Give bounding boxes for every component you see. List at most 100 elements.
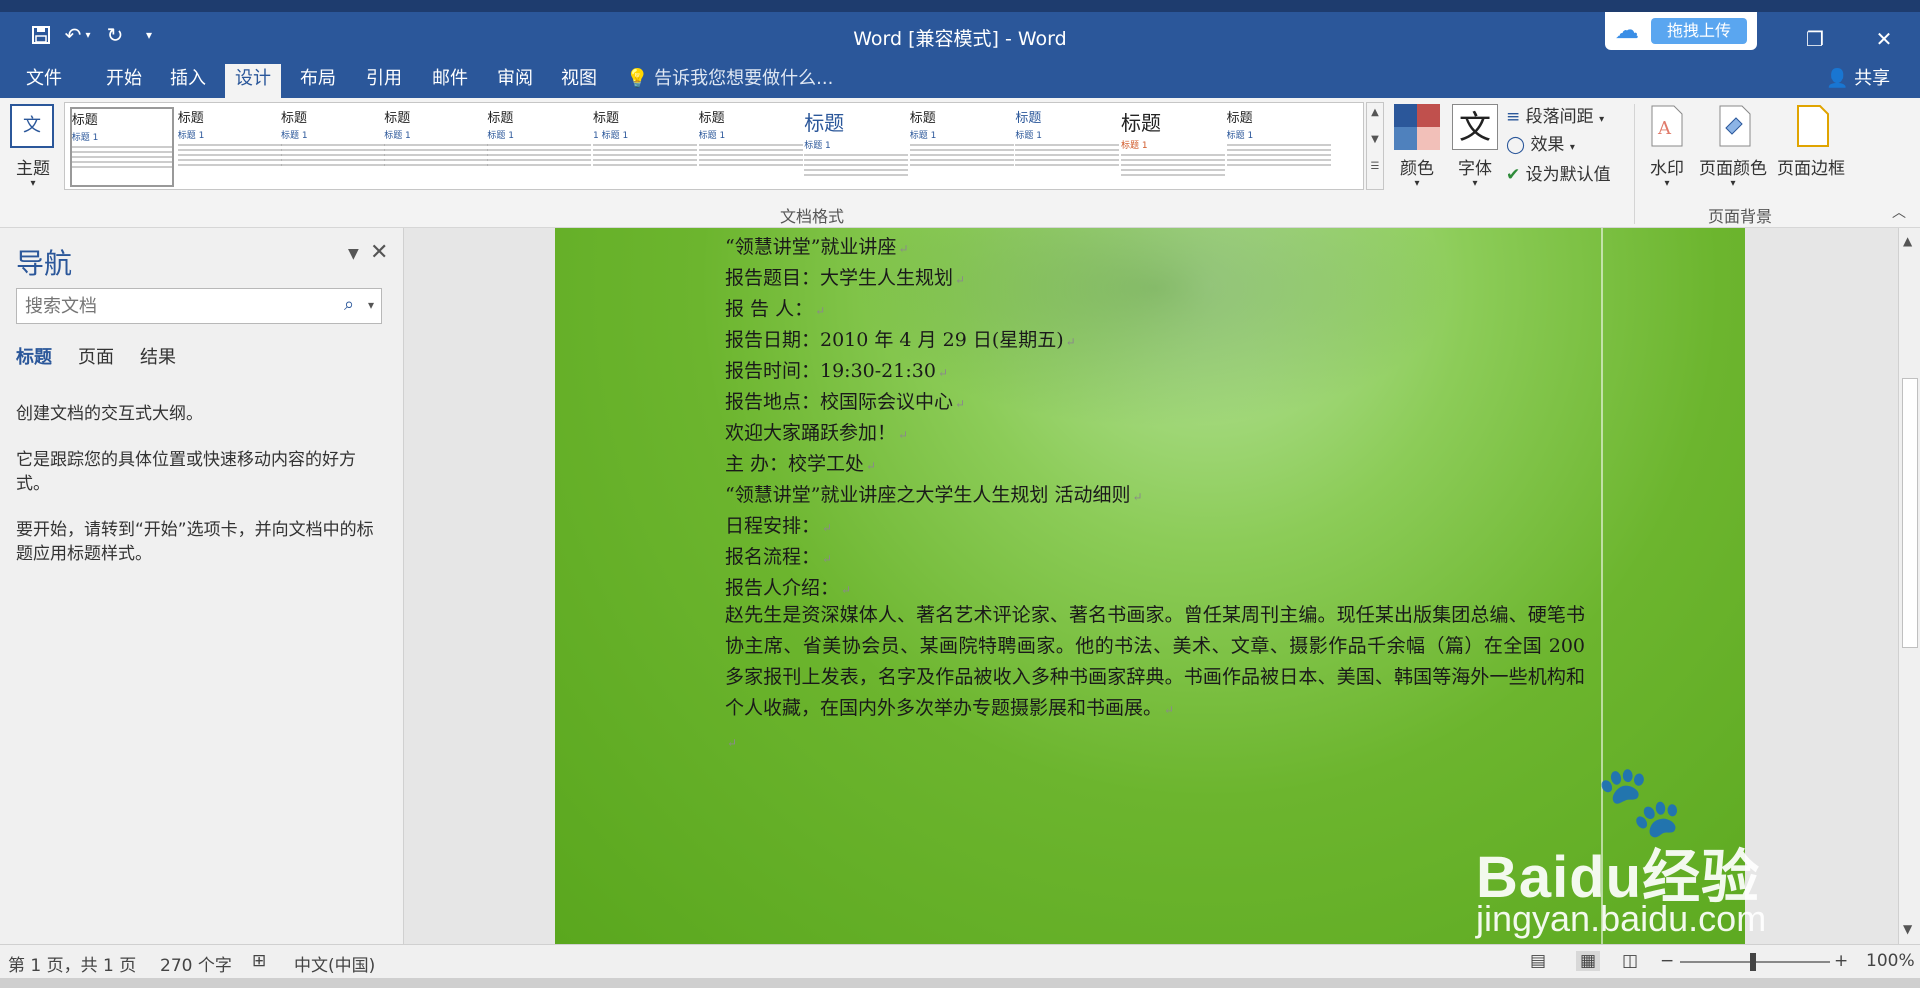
tab-review[interactable]: 审阅: [487, 64, 543, 98]
doc-line[interactable]: 日程安排： ↵: [725, 511, 832, 538]
search-dropdown-icon[interactable]: ▾: [368, 298, 374, 312]
gallery-style-11[interactable]: 标题 标题 1: [1121, 107, 1225, 187]
watermark-button[interactable]: A 水印 ▾: [1644, 102, 1690, 198]
doc-line[interactable]: 报 告 人： ↵: [725, 294, 825, 321]
check-circle-icon: ✔: [1506, 165, 1521, 185]
gallery-more-icon[interactable]: ☰: [1367, 161, 1383, 172]
gallery-style-subtitle: 标题 1: [1121, 141, 1148, 151]
fonts-button[interactable]: 文 字体 ▾: [1450, 102, 1500, 198]
nav-tab-headings[interactable]: 标题: [16, 343, 52, 369]
scroll-down-icon[interactable]: ▼: [1903, 922, 1912, 936]
tell-me-box[interactable]: 💡 告诉我您想要做什么...: [626, 64, 833, 94]
gallery-text-line: [698, 159, 803, 161]
gallery-down-icon[interactable]: ▼: [1367, 134, 1383, 145]
doc-line[interactable]: 主 办：校学工处 ↵: [725, 449, 876, 476]
zoom-level[interactable]: 100%: [1866, 951, 1915, 971]
doc-line[interactable]: 报告地点：校国际会议中心 ↵: [725, 387, 965, 414]
doc-line-text: 报告地点：校国际会议中心: [725, 391, 954, 413]
scroll-up-icon[interactable]: ▲: [1903, 234, 1912, 248]
page-border-button[interactable]: 页面边框: [1774, 102, 1848, 198]
doc-empty-line[interactable]: ↵: [725, 730, 737, 752]
doc-paragraph-bio[interactable]: 赵先生是资深媒体人、著名艺术评论家、著名书画家。曾任某周刊主编。现任某出版集团总…: [725, 600, 1585, 726]
gallery-style-8[interactable]: 标题 标题 1: [804, 107, 909, 187]
gallery-text-line: [698, 154, 803, 156]
scroll-thumb[interactable]: [1902, 378, 1918, 648]
web-layout-icon[interactable]: ◫: [1622, 951, 1638, 971]
tab-mailings[interactable]: 邮件: [422, 64, 478, 98]
doc-line[interactable]: “领慧讲堂”就业讲座 ↵: [725, 232, 909, 259]
save-icon[interactable]: [26, 20, 56, 50]
word-count[interactable]: 270 个字: [160, 951, 232, 976]
set-default-label: 设为默认值: [1525, 165, 1611, 185]
customize-qat-icon[interactable]: ▾: [134, 20, 164, 50]
document-page[interactable]: “领慧讲堂”就业讲座 ↵ 报告题目：大学生人生规划 ↵ 报 告 人： ↵ 报告日期：2010…: [555, 228, 1745, 944]
zoom-slider-thumb[interactable]: [1750, 953, 1756, 971]
doc-line-text: 报告题目：大学生人生规划: [725, 267, 954, 289]
doc-line-text: 欢迎大家踊跃参加！: [725, 422, 897, 444]
close-icon[interactable]: ✕: [370, 240, 388, 265]
gallery-text-line: [71, 151, 172, 153]
read-mode-icon[interactable]: ▤: [1530, 951, 1546, 971]
gallery-scroll[interactable]: ▲ ▼ ☰: [1366, 102, 1384, 190]
gallery-style-6[interactable]: 标题 1 标题 1: [593, 107, 697, 187]
gallery-up-icon[interactable]: ▲: [1367, 107, 1383, 118]
tab-home[interactable]: 开始: [96, 64, 152, 98]
upload-widget[interactable]: ☁ 拖拽上传: [1605, 12, 1757, 50]
doc-line[interactable]: “领慧讲堂”就业讲座之大学生人生规划 活动细则 ↵: [725, 480, 1143, 507]
search-icon[interactable]: ⌕: [344, 294, 354, 315]
doc-line[interactable]: 报名流程： ↵: [725, 542, 832, 569]
gallery-style-12[interactable]: 标题 标题 1: [1226, 107, 1331, 187]
close-window-icon[interactable]: ✕: [1864, 24, 1904, 54]
doc-line[interactable]: 欢迎大家踊跃参加！ ↵: [725, 418, 908, 445]
nav-options-icon[interactable]: ▼: [348, 246, 359, 262]
gallery-style-2[interactable]: 标题 标题 1: [177, 107, 282, 187]
upload-button[interactable]: 拖拽上传: [1651, 18, 1747, 44]
redo-icon[interactable]: ↻: [100, 20, 130, 50]
set-default-button[interactable]: ✔ 设为默认值: [1506, 160, 1611, 186]
effects-button[interactable]: ◯ 效果 ▾: [1506, 130, 1575, 156]
share-label: 共享: [1854, 68, 1891, 89]
zoom-in-icon[interactable]: +: [1834, 951, 1848, 971]
gallery-style-7[interactable]: 标题 标题 1: [698, 107, 803, 187]
restore-window-icon[interactable]: ❐: [1795, 24, 1835, 54]
zoom-out-icon[interactable]: −: [1660, 951, 1674, 971]
tab-layout[interactable]: 布局: [290, 64, 346, 98]
page-count[interactable]: 第 1 页，共 1 页: [8, 951, 136, 976]
gallery-text-line: [698, 149, 803, 151]
doc-line[interactable]: 报告时间：19:30-21:30 ↵: [725, 356, 948, 383]
language[interactable]: 中文(中国): [294, 951, 375, 976]
gallery-text-line: [1015, 149, 1120, 151]
nav-tab-pages[interactable]: 页面: [78, 343, 114, 369]
zoom-slider[interactable]: [1680, 953, 1830, 971]
gallery-style-3[interactable]: 标题 标题 1: [281, 107, 385, 187]
proofing-icon[interactable]: ⊞: [252, 951, 266, 971]
gallery-style-10[interactable]: 标题 标题 1: [1015, 107, 1120, 187]
ribbon-tab-bar: 文件 开始 插入 设计 布局 引用 邮件 审阅 视图 💡 告诉我您想要做什么..…: [0, 58, 1920, 98]
tab-insert[interactable]: 插入: [160, 64, 216, 98]
share-button[interactable]: 👤 共享: [1826, 64, 1890, 94]
gallery-style-5[interactable]: 标题 标题 1: [487, 107, 592, 187]
doc-line[interactable]: 报告人介绍： ↵: [725, 573, 851, 600]
doc-line[interactable]: 报告日期：2010 年 4 月 29 日(星期五) ↵: [725, 325, 1076, 352]
page-color-button[interactable]: 页面颜色 ▾: [1696, 102, 1770, 198]
tab-file[interactable]: 文件: [16, 64, 72, 98]
tab-references[interactable]: 引用: [356, 64, 412, 98]
colors-button[interactable]: 颜色 ▾: [1392, 102, 1442, 198]
gallery-style-4[interactable]: 标题 标题 1: [384, 107, 489, 187]
print-layout-icon[interactable]: ▦: [1576, 951, 1601, 971]
theme-button[interactable]: 文 主题 ▾: [8, 102, 58, 198]
gallery-style-title: 标题: [593, 111, 620, 126]
gallery-style-9[interactable]: 标题 标题 1: [909, 107, 1014, 187]
search-input[interactable]: [16, 288, 382, 324]
nav-tab-results[interactable]: 结果: [140, 343, 176, 369]
watermark-icon: A: [1651, 105, 1683, 147]
undo-dropdown-icon[interactable]: ▾: [80, 20, 96, 50]
gallery-text-line: [177, 154, 282, 156]
paragraph-spacing-button[interactable]: ≡ 段落间距 ▾: [1506, 102, 1604, 128]
tab-design[interactable]: 设计: [225, 64, 281, 98]
gallery-style-1[interactable]: 标题 标题 1: [69, 107, 174, 187]
vertical-scrollbar[interactable]: ▲ ▼: [1898, 228, 1920, 944]
doc-line[interactable]: 报告题目：大学生人生规划 ↵: [725, 263, 965, 290]
collapse-ribbon-icon[interactable]: ︿: [1892, 202, 1906, 222]
tab-view[interactable]: 视图: [551, 64, 607, 98]
